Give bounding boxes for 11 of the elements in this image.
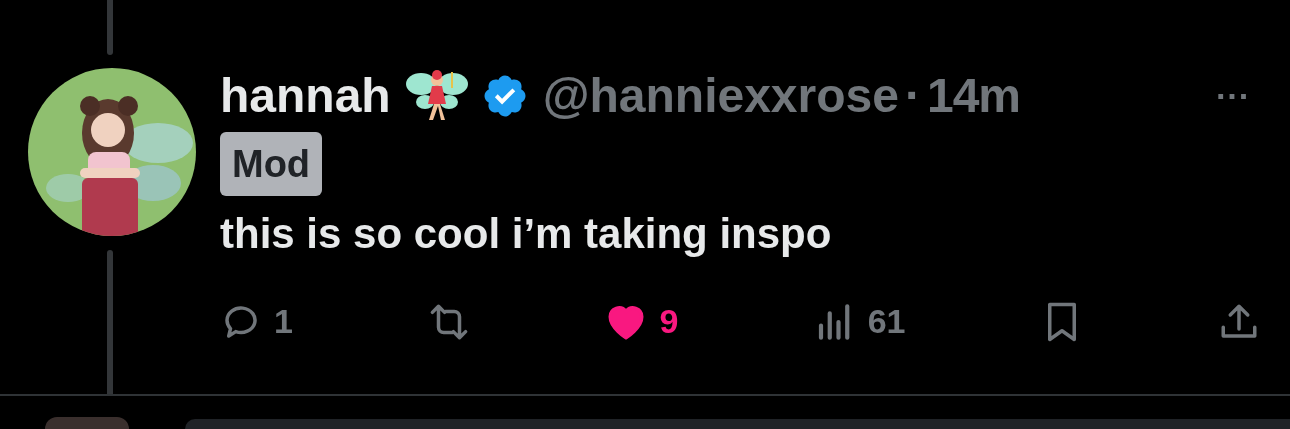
reply-button[interactable]: 1: [220, 296, 293, 347]
like-button[interactable]: 9: [605, 296, 679, 347]
separator: ·: [904, 68, 921, 124]
views-button[interactable]: 61: [813, 296, 906, 347]
role-label: Mod: [220, 132, 323, 196]
reply-field[interactable]: [185, 419, 1290, 429]
username[interactable]: @hanniexxrose: [542, 60, 899, 132]
post-text: this is so cool i’m taking inspo: [220, 209, 833, 259]
display-name[interactable]: hannah: [220, 60, 391, 132]
more-button[interactable]: ···: [1216, 79, 1250, 113]
timestamp[interactable]: 14m: [926, 60, 1020, 132]
